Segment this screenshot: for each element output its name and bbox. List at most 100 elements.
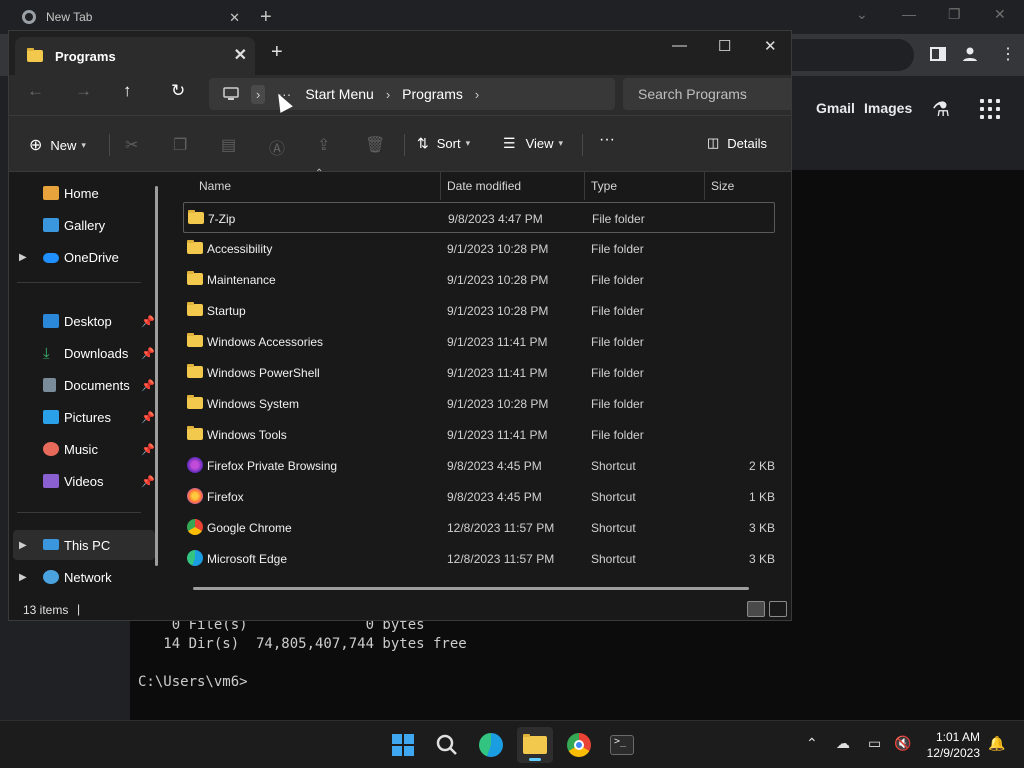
gmail-link[interactable]: Gmail: [816, 100, 855, 116]
sidebar-item-this-pc[interactable]: ▶ This PC: [13, 530, 155, 560]
column-divider[interactable]: [584, 172, 585, 200]
chrome-tab[interactable]: New Tab ✕: [8, 0, 248, 34]
copy-icon[interactable]: ❐: [173, 135, 187, 155]
restore-icon[interactable]: ❐: [948, 6, 961, 23]
explorer-tab[interactable]: Programs ✕: [15, 37, 255, 75]
paste-icon[interactable]: ▤: [221, 135, 236, 155]
breadcrumb-chevron-icon[interactable]: ›: [475, 87, 479, 102]
breadcrumb-start-menu[interactable]: Start Menu: [305, 86, 373, 102]
horizontal-scrollbar[interactable]: [193, 587, 749, 590]
file-row[interactable]: Firefox 9/8/2023 4:45 PM Shortcut 1 KB: [183, 481, 775, 512]
sidebar-item-downloads[interactable]: ⤓ Downloads 📌: [13, 338, 155, 368]
file-row[interactable]: Maintenance 9/1/2023 10:28 PM File folde…: [183, 264, 775, 295]
sidebar-scrollbar[interactable]: [155, 186, 158, 566]
search-button[interactable]: [433, 731, 461, 759]
notification-bell-icon[interactable]: 🔔: [988, 735, 1005, 752]
google-apps-icon[interactable]: [980, 99, 1000, 119]
breadcrumb-chevron-icon[interactable]: ›: [386, 87, 390, 102]
profile-icon[interactable]: [962, 46, 978, 62]
delete-icon[interactable]: 🗑: [365, 135, 385, 155]
file-row[interactable]: Google Chrome 12/8/2023 11:57 PM Shortcu…: [183, 512, 775, 543]
column-name[interactable]: Name: [199, 179, 231, 193]
sidebar-item-pictures[interactable]: Pictures 📌: [13, 402, 155, 432]
new-tab-icon[interactable]: +: [271, 41, 283, 64]
onedrive-offline-icon[interactable]: ☁: [836, 735, 850, 752]
refresh-icon[interactable]: ↻: [171, 81, 185, 101]
pin-icon[interactable]: 📌: [141, 411, 155, 424]
file-explorer-taskbar-button[interactable]: [517, 727, 553, 763]
chrome-taskbar-button[interactable]: [565, 731, 593, 759]
pin-icon[interactable]: 📌: [141, 475, 155, 488]
pin-icon[interactable]: 📌: [141, 379, 155, 392]
column-date[interactable]: Date modified: [447, 179, 521, 193]
column-divider[interactable]: [704, 172, 705, 200]
maximize-icon[interactable]: ☐: [718, 37, 731, 55]
file-row[interactable]: 7-Zip 9/8/2023 4:47 PM File folder: [183, 202, 775, 233]
file-row[interactable]: Microsoft Edge 12/8/2023 11:57 PM Shortc…: [183, 543, 775, 574]
search-input[interactable]: Search Programs: [623, 78, 791, 110]
details-view-icon[interactable]: [747, 601, 765, 617]
forward-arrow-icon[interactable]: →: [75, 81, 92, 101]
sidebar-item-documents[interactable]: Documents 📌: [13, 370, 155, 400]
breadcrumb-chevron-icon[interactable]: ›: [251, 84, 266, 104]
sidebar-item-desktop[interactable]: Desktop 📌: [13, 306, 155, 336]
details-button[interactable]: ◫ Details: [707, 135, 767, 151]
expand-chevron-icon[interactable]: ▶: [19, 540, 27, 551]
file-row[interactable]: Accessibility 9/1/2023 10:28 PM File fol…: [183, 233, 775, 264]
terminal-taskbar-button[interactable]: >_: [608, 731, 636, 759]
sidebar-item-gallery[interactable]: Gallery: [13, 210, 155, 240]
chrome-omnibox[interactable]: [780, 39, 914, 71]
view-button[interactable]: ☰ View ▾: [503, 135, 563, 152]
labs-flask-icon[interactable]: ⚗: [932, 97, 950, 122]
expand-chevron-icon[interactable]: ▶: [19, 252, 27, 263]
column-divider[interactable]: [440, 172, 441, 200]
sidebar-item-network[interactable]: ▶ Network: [13, 562, 155, 592]
sidebar-item-home[interactable]: Home: [13, 178, 155, 208]
side-panel-icon[interactable]: [930, 46, 946, 62]
new-button[interactable]: ⊕ New ▾: [29, 135, 86, 155]
chevron-down-icon[interactable]: ⌄: [856, 6, 868, 23]
clock[interactable]: 1:01 AM 12/9/2023: [918, 729, 980, 761]
sidebar-item-onedrive[interactable]: ▶ OneDrive: [13, 242, 155, 272]
address-bar[interactable]: › ··· Start Menu › Programs ›: [209, 78, 615, 110]
network-icon[interactable]: ▭: [868, 735, 881, 752]
file-row[interactable]: Firefox Private Browsing 9/8/2023 4:45 P…: [183, 450, 775, 481]
edge-taskbar-button[interactable]: [477, 731, 505, 759]
file-row[interactable]: Startup 9/1/2023 10:28 PM File folder: [183, 295, 775, 326]
new-tab-icon[interactable]: +: [260, 6, 272, 29]
sort-button[interactable]: ⇅ Sort ▾: [417, 135, 470, 152]
file-row[interactable]: Windows Tools 9/1/2023 11:41 PM File fol…: [183, 419, 775, 450]
sidebar-item-videos[interactable]: Videos 📌: [13, 466, 155, 496]
close-icon[interactable]: ✕: [994, 6, 1006, 23]
column-type[interactable]: Type: [591, 179, 617, 193]
sidebar-item-music[interactable]: Music 📌: [13, 434, 155, 464]
chrome-menu-icon[interactable]: ⋮: [1000, 44, 1016, 63]
minimize-icon[interactable]: —: [902, 6, 916, 22]
large-icons-view-icon[interactable]: [769, 601, 787, 617]
minimize-icon[interactable]: —: [672, 37, 687, 54]
pin-icon[interactable]: 📌: [141, 347, 155, 360]
cut-icon[interactable]: ✂: [125, 135, 138, 155]
start-button[interactable]: [389, 731, 417, 759]
file-row[interactable]: Windows PowerShell 9/1/2023 11:41 PM Fil…: [183, 357, 775, 388]
back-arrow-icon[interactable]: ←: [27, 81, 44, 101]
column-size[interactable]: Size: [711, 179, 734, 193]
close-tab-icon[interactable]: ✕: [229, 10, 240, 26]
more-options-icon[interactable]: ···: [599, 131, 615, 149]
expand-chevron-icon[interactable]: ▶: [19, 572, 27, 583]
close-icon[interactable]: ✕: [764, 37, 777, 55]
vertical-scrollbar[interactable]: [791, 188, 792, 548]
close-tab-icon[interactable]: ✕: [234, 45, 247, 65]
pin-icon[interactable]: 📌: [141, 315, 155, 328]
share-icon[interactable]: ⇪: [317, 135, 330, 155]
volume-muted-icon[interactable]: 🔇: [894, 735, 911, 752]
rename-icon[interactable]: Ⓐ: [269, 135, 285, 159]
file-row[interactable]: Windows System 9/1/2023 10:28 PM File fo…: [183, 388, 775, 419]
breadcrumb-programs[interactable]: Programs: [402, 86, 463, 102]
up-arrow-icon[interactable]: ↑: [123, 81, 132, 101]
file-row[interactable]: Windows Accessories 9/1/2023 11:41 PM Fi…: [183, 326, 775, 357]
pin-icon[interactable]: 📌: [141, 443, 155, 456]
terminal-prompt[interactable]: C:\Users\vm6>: [138, 674, 248, 690]
show-hidden-icons-icon[interactable]: ⌃: [806, 735, 818, 752]
images-link[interactable]: Images: [864, 100, 912, 116]
